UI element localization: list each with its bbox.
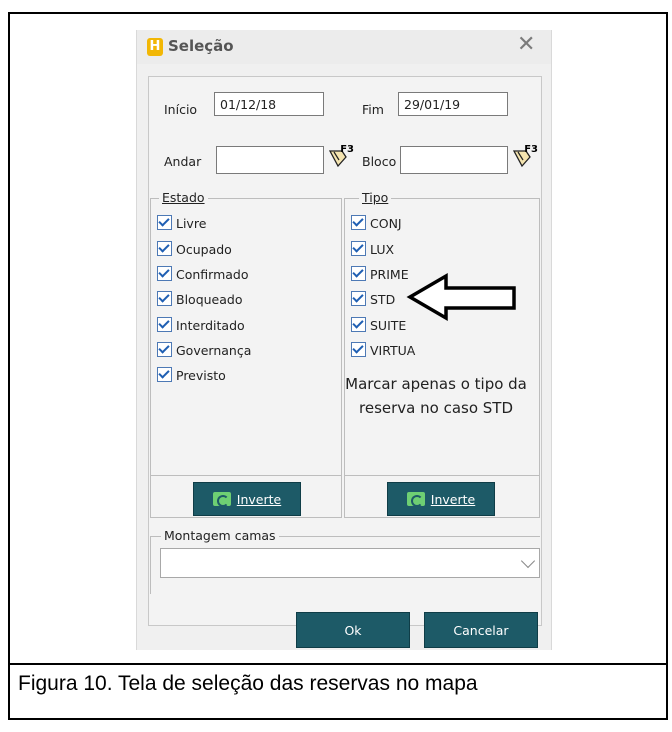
figure-caption: Figura 10. Tela de seleção das reservas … [18, 672, 478, 695]
chevron-down-icon [520, 553, 536, 569]
tipo-item-lux[interactable]: LUX [351, 241, 394, 259]
montagem-select[interactable] [160, 548, 540, 578]
estado-item-ocupado[interactable]: Ocupado [157, 241, 232, 259]
tipo-item-std[interactable]: STD [351, 291, 395, 309]
ok-button[interactable]: Ok [296, 612, 410, 648]
estado-item-interditado[interactable]: Interditado [157, 317, 245, 335]
arrow-annotation-icon [406, 272, 516, 322]
tipo-item-conj[interactable]: CONJ [351, 215, 402, 233]
andar-field[interactable] [216, 146, 324, 174]
tipo-inverte-button[interactable]: Inverte [387, 482, 495, 516]
tipo-button-area: Inverte [345, 475, 539, 522]
checkbox[interactable] [351, 291, 366, 306]
estado-item-previsto[interactable]: Previsto [157, 367, 226, 385]
andar-lookup-icon[interactable]: F3 [328, 144, 354, 168]
estado-item-livre[interactable]: Livre [157, 215, 206, 233]
estado-inverte-button[interactable]: Inverte [193, 482, 301, 516]
tipo-item-virtua[interactable]: VIRTUA [351, 342, 415, 360]
tipo-group: Tipo CONJ LUX PRIME STD SUITE VIRTUA Inv… [344, 190, 540, 518]
invert-icon [212, 492, 231, 507]
bloco-label: Bloco [362, 154, 397, 169]
inicio-field[interactable] [214, 92, 324, 116]
checkbox[interactable] [157, 342, 172, 357]
bloco-lookup-icon[interactable]: F3 [512, 144, 538, 168]
app-h-icon: H [147, 38, 163, 56]
tipo-item-suite[interactable]: SUITE [351, 317, 406, 335]
checkbox[interactable] [351, 342, 366, 357]
fim-field[interactable] [398, 92, 508, 116]
title-bar: H Seleção ✕ [137, 30, 551, 64]
inicio-label: Início [164, 102, 198, 117]
estado-item-confirmado[interactable]: Confirmado [157, 266, 249, 284]
andar-label: Andar [164, 154, 202, 169]
checkbox[interactable] [157, 266, 172, 281]
bloco-lookup-key: F3 [524, 144, 538, 155]
checkbox[interactable] [351, 266, 366, 281]
estado-group: Estado Livre Ocupado Confirmado Bloquead… [150, 190, 342, 518]
bloco-field[interactable] [400, 146, 508, 174]
estado-legend: Estado [159, 190, 208, 205]
invert-icon [406, 492, 425, 507]
tipo-legend: Tipo [359, 190, 392, 205]
cancel-button[interactable]: Cancelar [424, 612, 538, 648]
estado-item-governanca[interactable]: Governança [157, 342, 251, 360]
checkbox[interactable] [157, 241, 172, 256]
estado-button-area: Inverte [151, 475, 341, 522]
montagem-legend: Montagem camas [161, 528, 279, 543]
checkbox[interactable] [157, 367, 172, 382]
annotation-note: Marcar apenas o tipo da reserva no caso … [345, 375, 527, 417]
checkbox[interactable] [157, 291, 172, 306]
caption-divider [10, 663, 666, 665]
checkbox[interactable] [351, 241, 366, 256]
checkbox[interactable] [157, 317, 172, 332]
checkbox[interactable] [351, 317, 366, 332]
fim-label: Fim [362, 102, 384, 117]
tipo-item-prime[interactable]: PRIME [351, 266, 409, 284]
close-icon[interactable]: ✕ [517, 32, 535, 57]
dialog-title: Seleção [168, 37, 234, 55]
andar-lookup-key: F3 [340, 144, 354, 155]
estado-item-bloqueado[interactable]: Bloqueado [157, 291, 243, 309]
checkbox[interactable] [351, 215, 366, 230]
checkbox[interactable] [157, 215, 172, 230]
